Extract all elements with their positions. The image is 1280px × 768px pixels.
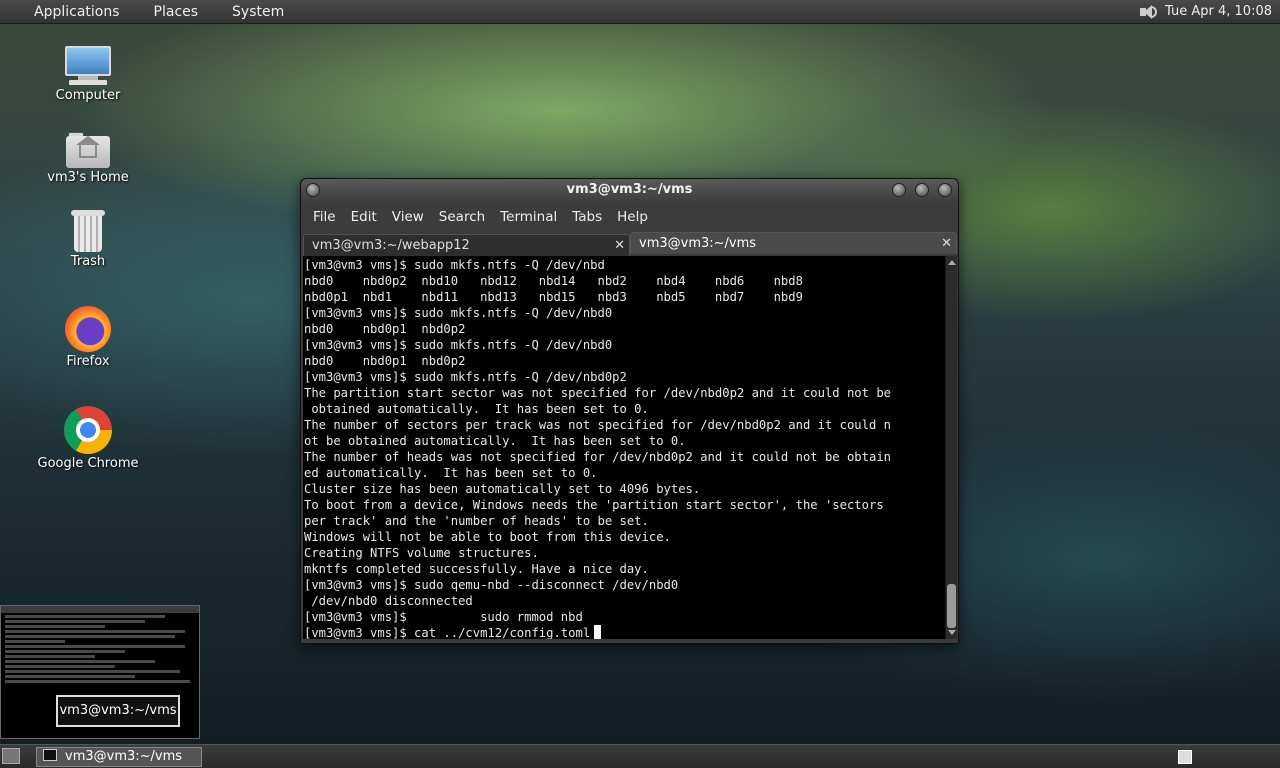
volume-icon[interactable] [1137, 3, 1158, 21]
terminal-window[interactable]: vm3@vm3:~/vms File Edit View Search Term… [300, 178, 959, 644]
terminal-line: The number of sectors per track was not … [304, 418, 891, 432]
trash-icon [71, 210, 105, 252]
preview-line [5, 615, 165, 618]
scrollbar-thumb[interactable] [947, 584, 956, 628]
terminal-line: nbd0 nbd0p2 nbd10 nbd12 nbd14 nbd2 nbd4 … [304, 274, 803, 288]
terminal-line: Creating NTFS volume structures. [304, 546, 539, 560]
top-panel: Applications Places System Tue Apr 4, 10… [0, 0, 1280, 24]
system-menu[interactable]: System [232, 4, 284, 20]
terminal-line: To boot from a device, Windows needs the… [304, 498, 884, 512]
desktop-icon-label: vm3's Home [47, 170, 129, 185]
close-button[interactable] [938, 183, 952, 197]
tab-vms[interactable]: vm3@vm3:~/vms ✕ [630, 232, 957, 254]
terminal-line: [vm3@vm3 vms]$ sudo mkfs.ntfs -Q /dev/nb… [304, 370, 627, 384]
preview-menubar [1, 606, 199, 613]
terminal-prompt-line[interactable]: [vm3@vm3 vms]$ cat ../cvm12/config.toml [304, 625, 945, 639]
close-tab-icon[interactable]: ✕ [614, 238, 625, 253]
firefox-icon [65, 306, 111, 352]
preview-line [5, 645, 185, 648]
terminal-line: The number of heads was not specified fo… [304, 450, 891, 464]
preview-line [5, 660, 155, 663]
scroll-up-arrow-icon[interactable] [948, 260, 956, 265]
terminal-tabs: vm3@vm3:~/webapp12 ✕ vm3@vm3:~/vms ✕ [303, 232, 957, 256]
terminal-line: Windows will not be able to boot from th… [304, 530, 671, 544]
minimize-button[interactable] [892, 183, 906, 197]
scroll-down-arrow-icon[interactable] [948, 630, 956, 635]
terminal-line: ot be obtained automatically. It has bee… [304, 434, 686, 448]
preview-line [5, 650, 125, 653]
terminal-line: [vm3@vm3 vms]$ sudo mkfs.ntfs -Q /dev/nb… [304, 306, 613, 320]
desktop-icon-label: Firefox [66, 354, 110, 369]
menu-file[interactable]: File [313, 209, 336, 225]
show-desktop-icon[interactable] [2, 748, 20, 764]
desktop-icon-trash[interactable]: Trash [33, 210, 143, 269]
desktop-icon-firefox[interactable]: Firefox [33, 306, 143, 369]
window-title: vm3@vm3:~/vms [566, 182, 693, 197]
desktop-icon-label: Google Chrome [37, 456, 139, 471]
text-cursor [594, 625, 602, 639]
terminal-line: obtained automatically. It has been set … [304, 402, 649, 416]
menu-tabs[interactable]: Tabs [572, 209, 602, 225]
terminal-line: [vm3@vm3 vms]$ sudo rmmod nbd [304, 610, 583, 624]
terminal-line: The partition start sector was not speci… [304, 386, 891, 400]
menu-terminal[interactable]: Terminal [500, 209, 557, 225]
preview-line [5, 665, 115, 668]
home-folder-icon [66, 130, 110, 168]
terminal-menubar: File Edit View Search Terminal Tabs Help [301, 203, 958, 231]
preview-line [5, 635, 175, 638]
terminal-line: ed automatically. It has been set to 0. [304, 466, 598, 480]
terminal-line: nbd0 nbd0p1 nbd0p2 [304, 322, 466, 336]
terminal-line: Cluster size has been automatically set … [304, 482, 701, 496]
menu-help[interactable]: Help [617, 209, 648, 225]
preview-line [5, 670, 180, 673]
terminal-line: [vm3@vm3 vms]$ sudo mkfs.ntfs -Q /dev/nb… [304, 338, 613, 352]
menu-edit[interactable]: Edit [351, 209, 377, 225]
terminal-output[interactable]: [vm3@vm3 vms]$ sudo mkfs.ntfs -Q /dev/nb… [303, 256, 945, 639]
terminal-line: [vm3@vm3 vms]$ sudo mkfs.ntfs -Q /dev/nb… [304, 258, 605, 272]
applications-menu[interactable]: Applications [34, 4, 120, 20]
preview-line [5, 630, 185, 633]
desktop-icon-home[interactable]: vm3's Home [33, 130, 143, 185]
preview-line [5, 655, 95, 658]
terminal-icon [43, 749, 57, 761]
taskbar-window-label: vm3@vm3:~/vms [65, 749, 183, 764]
preview-line [5, 640, 65, 643]
close-tab-icon[interactable]: ✕ [941, 236, 952, 251]
maximize-button[interactable] [915, 183, 929, 197]
desktop-icon-label: Computer [55, 88, 121, 103]
desktop-icon-computer[interactable]: Computer [33, 46, 143, 103]
bottom-panel: vm3@vm3:~/vms [0, 744, 1280, 768]
computer-icon [65, 46, 111, 86]
taskbar-window-button[interactable]: vm3@vm3:~/vms [36, 747, 202, 767]
desktop-icon-label: Trash [70, 254, 106, 269]
chrome-icon [64, 406, 112, 454]
menu-search[interactable]: Search [439, 209, 485, 225]
tab-label: vm3@vm3:~/webapp12 [312, 238, 470, 253]
preview-line [5, 680, 190, 683]
terminal-input[interactable]: [vm3@vm3 vms]$ cat ../cvm12/config.toml [304, 626, 590, 639]
terminal-line: nbd0 nbd0p1 nbd0p2 [304, 354, 466, 368]
terminal-line: /dev/nbd0 disconnected [304, 594, 473, 608]
window-tooltip: vm3@vm3:~/vms [56, 695, 180, 727]
preview-line [5, 620, 145, 623]
terminal-line: per track' and the 'number of heads' to … [304, 514, 649, 528]
menu-view[interactable]: View [392, 209, 424, 225]
workspace-switcher[interactable] [1178, 750, 1192, 764]
terminal-line: mkntfs completed successfully. Have a ni… [304, 562, 649, 576]
terminal-line: nbd0p1 nbd1 nbd11 nbd13 nbd15 nbd3 nbd5 … [304, 290, 803, 304]
places-menu[interactable]: Places [154, 4, 199, 20]
preview-line [5, 625, 105, 628]
terminal-line: [vm3@vm3 vms]$ sudo qemu-nbd --disconnec… [304, 578, 679, 592]
preview-line [5, 675, 135, 678]
terminal-scrollbar[interactable] [945, 256, 957, 639]
desktop-icon-chrome[interactable]: Google Chrome [33, 406, 143, 471]
window-titlebar[interactable]: vm3@vm3:~/vms [301, 179, 958, 203]
tab-webapp12[interactable]: vm3@vm3:~/webapp12 ✕ [303, 234, 630, 256]
tab-label: vm3@vm3:~/vms [639, 236, 757, 251]
clock[interactable]: Tue Apr 4, 10:08 [1165, 4, 1272, 19]
